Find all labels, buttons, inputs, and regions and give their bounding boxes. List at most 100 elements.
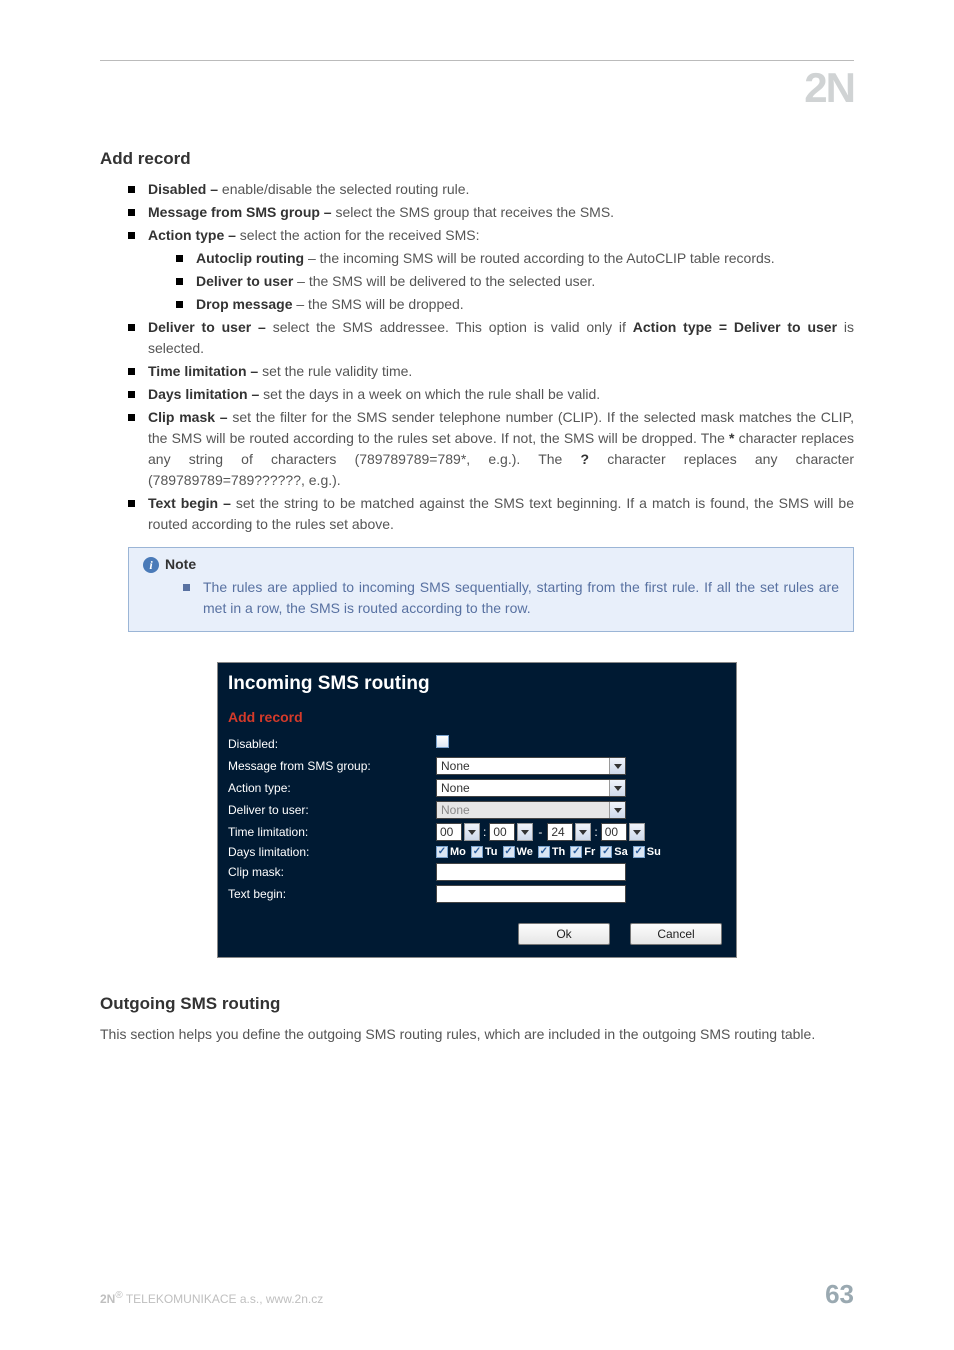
chevron-down-icon [609,758,625,774]
form-title: Incoming SMS routing [218,663,736,699]
colon: : [593,825,598,839]
note-box: iNote The rules are applied to incoming … [128,547,854,632]
desc: select the action for the received SMS: [240,227,480,243]
chevron-down-icon [609,802,625,818]
day-label: Mo [450,846,466,858]
term: Text begin – [148,495,236,511]
note-label: Note [165,556,196,572]
label-time-lim: Time limitation: [228,825,426,839]
label-action-type: Action type: [228,781,426,795]
time-limitation-row: 00 : 00 - 24 : 00 [436,823,726,841]
term: Message from SMS group – [148,204,335,220]
term: Action type – [148,227,240,243]
item-text-begin: Text begin – set the string to be matche… [128,493,854,535]
brand-logo: 2N [804,67,854,109]
desc: – the incoming SMS will be routed accord… [304,250,775,266]
msg-group-select[interactable]: None [436,757,626,775]
outgoing-text: This section helps you define the outgoi… [100,1024,854,1045]
item-action-type: Action type – select the action for the … [128,225,854,315]
item-time-lim: Time limitation – set the rule validity … [128,361,854,382]
desc: set the string to be matched against the… [148,495,854,532]
info-icon: i [143,557,159,573]
time-to-min[interactable]: 00 [601,823,627,841]
term: Time limitation – [148,363,262,379]
chevron-down-icon [609,780,625,796]
desc: – the SMS will be delivered to the selec… [293,273,595,289]
term: Deliver to user – [148,319,273,335]
page-number: 63 [825,1279,854,1310]
day-checkbox-we[interactable]: ✓ [503,846,515,858]
day-label: We [517,846,533,858]
deliver-user-select: None [436,801,626,819]
desc-bold: Action type = Deliver to user [633,319,837,335]
q: ? [581,451,590,467]
desc: enable/disable the selected routing rule… [222,181,470,197]
desc: – the SMS will be dropped. [292,296,463,312]
label-clip-mask: Clip mask: [228,865,426,879]
label-deliver-user: Deliver to user: [228,803,426,817]
footer-brand: 2N [100,1292,115,1306]
dash: - [535,825,545,839]
term: Clip mask – [148,409,232,425]
item-disabled: Disabled – enable/disable the selected r… [128,179,854,200]
day-checkbox-tu[interactable]: ✓ [471,846,483,858]
time-to-hour[interactable]: 24 [547,823,573,841]
action-type-select[interactable]: None [436,779,626,797]
day-label: Fr [584,846,595,858]
item-clip-mask: Clip mask – set the filter for the SMS s… [128,407,854,491]
desc: set the rule validity time. [262,363,412,379]
action-type-value: None [437,781,609,795]
day-checkbox-sa[interactable]: ✓ [600,846,612,858]
day-checkbox-su[interactable]: ✓ [633,846,645,858]
disabled-checkbox[interactable] [436,735,449,748]
text-begin-input[interactable] [436,885,626,903]
msg-group-value: None [437,759,609,773]
add-record-list: Disabled – enable/disable the selected r… [128,179,854,535]
chevron-down-icon[interactable] [517,823,533,841]
desc: select the SMS group that receives the S… [335,204,614,220]
chevron-down-icon[interactable] [464,823,480,841]
day-label: Su [647,846,661,858]
footer-left: 2N® TELEKOMUNIKACE a.s., www.2n.cz [100,1290,323,1306]
day-label: Tu [485,846,498,858]
term: Autoclip routing [196,250,304,266]
sub-drop: Drop message – the SMS will be dropped. [176,294,854,315]
add-record-heading: Add record [100,149,854,169]
incoming-sms-form: Incoming SMS routing Add record Disabled… [217,662,737,958]
label-days-lim: Days limitation: [228,845,426,859]
outgoing-heading: Outgoing SMS routing [100,994,854,1014]
day-checkbox-th[interactable]: ✓ [538,846,550,858]
page-footer: 2N® TELEKOMUNIKACE a.s., www.2n.cz 63 [100,1279,854,1310]
clip-mask-input[interactable] [436,863,626,881]
note-heading: i Note [143,556,839,573]
form-subtitle: Add record [218,699,736,735]
term: Days limitation – [148,386,263,402]
cancel-button[interactable]: Cancel [630,923,722,945]
day-label: Sa [614,846,627,858]
label-disabled: Disabled: [228,737,426,751]
sub-autoclip: Autoclip routing – the incoming SMS will… [176,248,854,269]
day-label: Th [552,846,565,858]
footer-reg: ® [115,1290,122,1301]
item-msg-group: Message from SMS group – select the SMS … [128,202,854,223]
item-days-lim: Days limitation – set the days in a week… [128,384,854,405]
ok-button[interactable]: Ok [518,923,610,945]
chevron-down-icon[interactable] [575,823,591,841]
desc-pre: select the SMS addressee. This option is… [273,319,633,335]
chevron-down-icon[interactable] [629,823,645,841]
action-type-sublist: Autoclip routing – the incoming SMS will… [176,248,854,315]
label-text-begin: Text begin: [228,887,426,901]
item-deliver-user: Deliver to user – select the SMS address… [128,317,854,359]
label-msg-group: Message from SMS group: [228,759,426,773]
day-checkbox-mo[interactable]: ✓ [436,846,448,858]
desc: set the days in a week on which the rule… [263,386,600,402]
term: Drop message [196,296,292,312]
sub-deliver: Deliver to user – the SMS will be delive… [176,271,854,292]
term: Disabled – [148,181,222,197]
time-from-min[interactable]: 00 [489,823,515,841]
day-checkbox-fr[interactable]: ✓ [570,846,582,858]
term: Deliver to user [196,273,293,289]
colon: : [482,825,487,839]
time-from-hour[interactable]: 00 [436,823,462,841]
deliver-user-value: None [437,803,609,817]
